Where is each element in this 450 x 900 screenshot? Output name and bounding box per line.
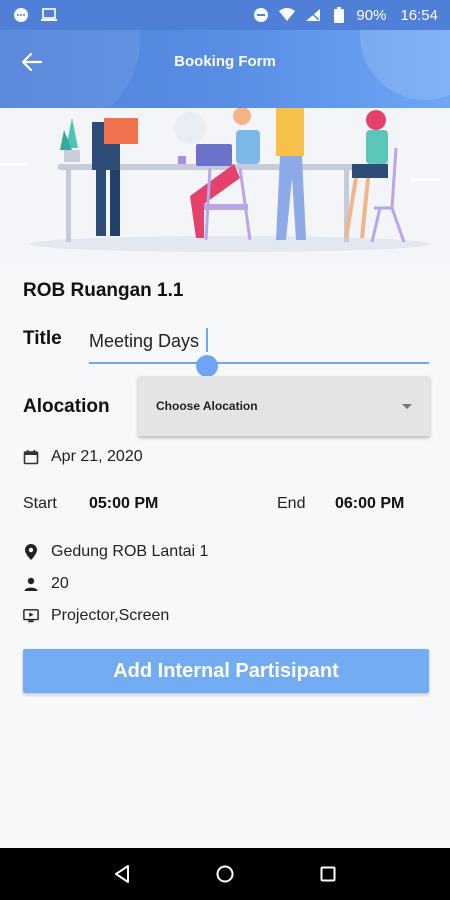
allocation-dropdown-value: Choose Alocation: [156, 399, 258, 413]
chat-notification-icon: [12, 6, 30, 24]
dropdown-arrow-icon: [402, 403, 412, 409]
nav-home-button[interactable]: [210, 859, 240, 889]
page-title: Booking Form: [174, 53, 276, 70]
signal-icon: [304, 6, 322, 24]
do-not-disturb-icon: [252, 6, 270, 24]
end-time[interactable]: 06:00 PM: [335, 495, 404, 513]
facilities-row: Projector,Screen: [23, 607, 169, 625]
start-label: Start: [23, 495, 57, 512]
booking-date: Apr 21, 2020: [51, 448, 143, 465]
text-selection-handle[interactable]: [196, 355, 218, 377]
projector-screen-icon: [23, 608, 39, 624]
time-row: Start 05:00 PM End 06:00 PM: [23, 495, 427, 519]
start-time[interactable]: 05:00 PM: [89, 495, 158, 513]
allocation-dropdown[interactable]: Choose Alocation: [138, 376, 430, 436]
room-capacity: 20: [51, 575, 69, 592]
battery-percent: 90%: [356, 6, 387, 24]
calendar-icon: [23, 449, 39, 465]
date-row[interactable]: Apr 21, 2020: [23, 448, 143, 466]
room-location: Gedung ROB Lantai 1: [51, 543, 209, 560]
allocation-label: Alocation: [23, 396, 110, 417]
text-cursor: [206, 328, 208, 352]
end-label: End: [277, 495, 306, 512]
square-recents-icon: [320, 866, 336, 882]
battery-icon: [330, 6, 348, 24]
triangle-back-icon: [114, 865, 129, 883]
room-facilities: Projector,Screen: [51, 607, 170, 624]
laptop-notification-icon: [40, 6, 58, 24]
location-pin-icon: [23, 544, 39, 560]
title-label: Title: [23, 328, 62, 349]
system-navigation-bar: [0, 848, 450, 900]
location-row: Gedung ROB Lantai 1: [23, 543, 208, 561]
add-internal-participant-button[interactable]: Add Internal Partisipant: [23, 649, 429, 693]
capacity-row: 20: [23, 575, 69, 593]
nav-recents-button[interactable]: [313, 859, 343, 889]
title-input[interactable]: [89, 324, 429, 364]
room-name: ROB Ruangan 1.1: [23, 280, 184, 301]
person-icon: [23, 576, 39, 592]
status-bar: 90% 16:54: [0, 0, 450, 30]
circle-home-icon: [216, 865, 234, 883]
nav-back-button[interactable]: [107, 859, 137, 889]
clock: 16:54: [400, 6, 438, 24]
meeting-illustration: [0, 108, 450, 266]
app-bar: Booking Form: [0, 30, 450, 108]
wifi-icon: [278, 6, 296, 24]
